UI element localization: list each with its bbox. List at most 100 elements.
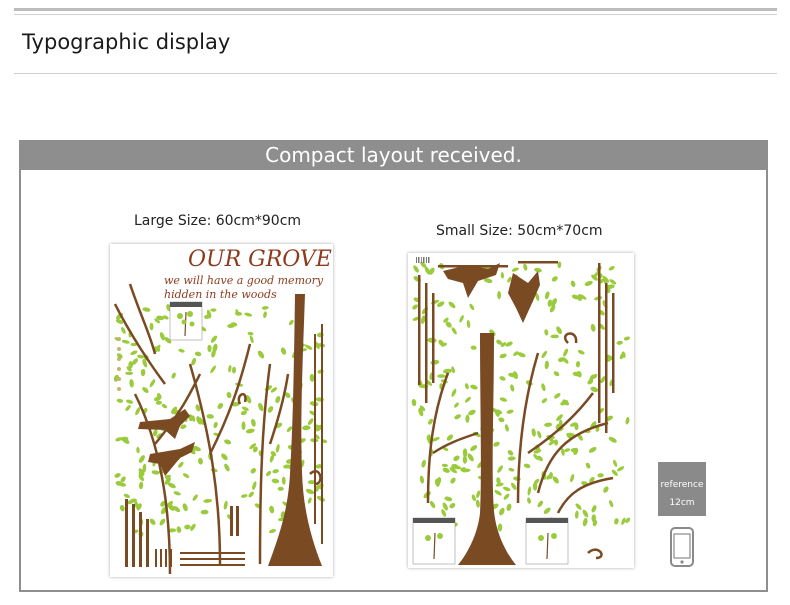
leaf-shape xyxy=(554,439,559,446)
leaf-shape xyxy=(464,383,469,390)
leaf-shape xyxy=(500,272,505,279)
leaf-shape xyxy=(200,509,209,515)
leaf-shape xyxy=(584,280,593,286)
leaf-shape xyxy=(543,507,551,514)
leaf-shape xyxy=(275,443,280,453)
leaf-shape xyxy=(413,265,419,273)
heading-divider xyxy=(14,73,777,74)
leaf-shape xyxy=(116,398,124,403)
leaf-shape xyxy=(437,374,447,378)
leaf-shape xyxy=(497,291,502,300)
leaf-shape xyxy=(499,397,508,402)
leaf-shape xyxy=(258,402,264,412)
leaf-shape xyxy=(251,418,256,427)
leaf-shape xyxy=(556,326,562,335)
leaf-shape xyxy=(213,421,218,429)
leaf-shape xyxy=(444,496,453,502)
leaf-shape xyxy=(448,301,456,309)
leaf-shape xyxy=(266,470,272,477)
leaf-shape xyxy=(263,311,267,319)
leaf-shape xyxy=(453,455,460,462)
leaf-shape xyxy=(475,499,480,508)
leaf-shape xyxy=(149,518,156,525)
leaf-shape xyxy=(465,414,470,423)
leaf-shape xyxy=(142,307,151,312)
leaf-shape xyxy=(250,468,257,474)
leaf-shape xyxy=(527,497,531,504)
leaf-shape xyxy=(221,453,228,461)
leaf-shape xyxy=(544,329,549,336)
leaf-shape xyxy=(467,453,474,462)
leaf-shape xyxy=(468,409,476,416)
leaf-shape xyxy=(470,384,478,390)
leaf-shape xyxy=(574,510,579,519)
leaf-shape xyxy=(570,280,576,288)
leaf-shape xyxy=(476,490,481,499)
leaf-shape xyxy=(126,399,134,404)
leaf-shape xyxy=(267,406,274,413)
leaf-shape xyxy=(470,445,478,452)
leaf-shape xyxy=(493,441,500,447)
leaf-shape xyxy=(577,349,585,355)
leaf-shape xyxy=(585,462,591,469)
leaf-shape xyxy=(506,503,512,512)
leaf-shape xyxy=(241,421,246,430)
leaf-shape xyxy=(173,491,181,496)
leaf-shape xyxy=(510,384,515,392)
leaf-shape xyxy=(544,291,550,300)
leaf-shape xyxy=(497,523,503,532)
leaf-shape xyxy=(206,414,214,419)
leaf-shape xyxy=(576,371,582,378)
panel-banner: Compact layout received. xyxy=(19,140,768,170)
leaf-shape xyxy=(564,448,571,452)
leaf-shape xyxy=(224,463,230,472)
leaf-shape xyxy=(210,335,218,343)
decal-title: OUR GROVE xyxy=(188,247,332,272)
leaf-shape xyxy=(470,345,477,350)
leaf-shape xyxy=(114,473,121,478)
leaf-shape xyxy=(272,469,279,474)
leaf-shape xyxy=(125,371,134,375)
leaf-shape xyxy=(499,507,505,516)
top-rule-thick xyxy=(14,8,777,11)
leaf-shape xyxy=(411,399,417,407)
leaf-shape xyxy=(138,481,144,490)
large-decal-sheet: OUR GROVE we will have a good memory hid… xyxy=(110,244,333,577)
leaf-shape xyxy=(224,439,232,445)
leaf-shape xyxy=(466,320,471,328)
leaf-shape xyxy=(223,500,228,510)
phone-icon xyxy=(669,527,695,567)
leaf-shape xyxy=(121,339,130,344)
reference-size: 12cm xyxy=(669,498,695,508)
leaf-shape xyxy=(499,353,507,359)
leaf-shape xyxy=(550,334,559,339)
leaf-shape xyxy=(459,315,464,323)
leaf-shape xyxy=(588,446,597,453)
leaf-shape xyxy=(182,503,188,512)
leaf-shape xyxy=(277,486,284,491)
leaf-shape xyxy=(309,373,315,382)
leaf-shape xyxy=(419,475,424,484)
leaf-shape xyxy=(613,459,618,467)
leaf-shape xyxy=(429,500,436,509)
leaf-shape xyxy=(138,455,145,463)
leaf-shape xyxy=(541,383,546,392)
large-size-caption: Large Size: 60cm*90cm xyxy=(134,213,302,229)
leaf-shape xyxy=(498,417,505,423)
leaf-shape xyxy=(508,467,515,472)
leaf-shape xyxy=(178,461,184,468)
leaf-shape xyxy=(590,323,596,332)
small-decal-illustration xyxy=(411,257,631,565)
leaf-shape xyxy=(523,463,531,469)
leaf-shape xyxy=(582,509,589,518)
leaf-shape xyxy=(182,473,190,478)
leaf-shape xyxy=(544,422,553,427)
leaf-shape xyxy=(503,486,511,492)
leaf-shape xyxy=(210,365,216,374)
leaf-shape xyxy=(269,529,276,534)
leaf-shape xyxy=(597,473,604,478)
leaf-shape xyxy=(252,481,257,490)
leaf-shape xyxy=(609,279,617,285)
leaf-shape xyxy=(231,366,237,374)
leaf-shape xyxy=(269,505,275,514)
